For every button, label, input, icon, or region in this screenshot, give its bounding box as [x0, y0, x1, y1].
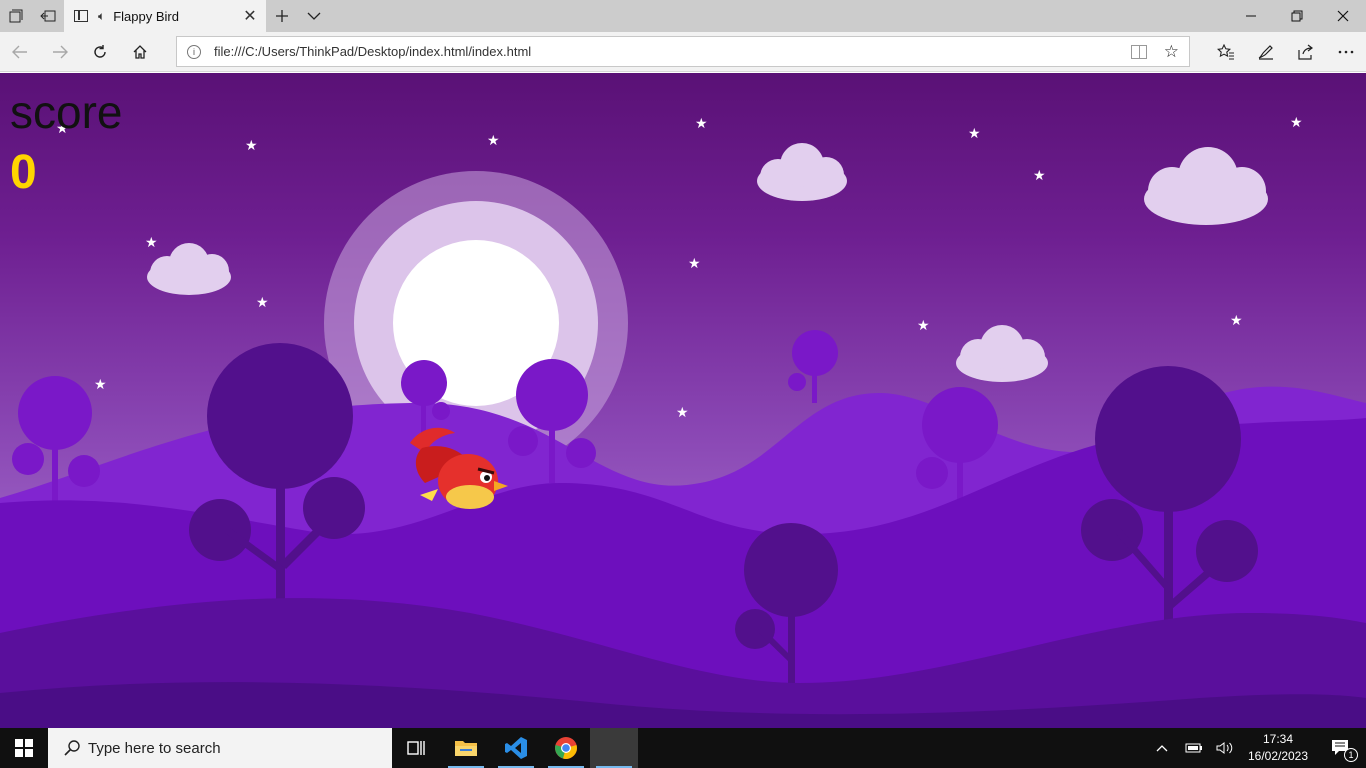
chrome-icon	[555, 737, 577, 759]
svg-text:★: ★	[676, 405, 689, 421]
tab-actions-icon[interactable]	[0, 0, 32, 32]
search-placeholder: Type here to search	[88, 739, 221, 757]
svg-text:★: ★	[1290, 115, 1303, 131]
svg-text:★: ★	[256, 295, 269, 311]
svg-text:★: ★	[1230, 313, 1243, 329]
vscode-icon	[505, 737, 527, 759]
chrome-button[interactable]	[542, 728, 590, 768]
forward-button[interactable]	[44, 36, 76, 68]
close-tab-icon[interactable]: ✕	[238, 6, 262, 26]
audio-playing-icon[interactable]: 🔈︎	[98, 9, 105, 24]
svg-text:★: ★	[688, 256, 701, 272]
task-view-button[interactable]	[392, 728, 440, 768]
set-aside-tabs-icon[interactable]	[32, 0, 64, 32]
pen-icon[interactable]	[1250, 36, 1282, 68]
new-tab-icon[interactable]	[266, 0, 298, 32]
action-center-button[interactable]: 1	[1316, 728, 1366, 768]
refresh-button[interactable]	[84, 36, 116, 68]
tab-flappy-bird[interactable]: 🔈︎ Flappy Bird ✕	[64, 0, 266, 32]
svg-text:★: ★	[245, 138, 258, 154]
notification-count-badge: 1	[1344, 748, 1358, 762]
chevron-down-icon[interactable]	[298, 0, 330, 32]
windows-logo-icon	[15, 739, 33, 757]
address-bar[interactable]: i file:///C:/Users/ThinkPad/Desktop/inde…	[176, 36, 1190, 67]
svg-text:★: ★	[1033, 168, 1046, 184]
page-icon	[74, 10, 88, 22]
clock-time: 17:34	[1262, 732, 1294, 746]
folder-icon	[455, 741, 477, 756]
favorites-icon[interactable]	[1210, 36, 1242, 68]
vscode-button[interactable]	[492, 728, 540, 768]
tab-bar: 🔈︎ Flappy Bird ✕	[0, 0, 1366, 32]
reading-view-icon[interactable]	[1130, 44, 1147, 59]
svg-text:★: ★	[94, 377, 107, 393]
game-background: ★ ★ ★ ★ ★ ★ ★ ★ ★ ★ ★ ★ ★ ★	[0, 115, 1366, 728]
svg-text:★: ★	[695, 116, 708, 132]
clock-date: 16/02/2023	[1247, 749, 1309, 763]
volume-icon[interactable]	[1212, 728, 1238, 768]
close-window-button[interactable]	[1320, 0, 1366, 32]
back-button[interactable]	[4, 36, 36, 68]
edge-button[interactable]	[590, 728, 638, 768]
svg-text:★: ★	[145, 235, 158, 251]
minimize-button[interactable]	[1228, 0, 1274, 32]
home-button[interactable]	[124, 36, 156, 68]
favorite-star-icon[interactable]: ☆	[1164, 42, 1179, 62]
navigation-bar: i file:///C:/Users/ThinkPad/Desktop/inde…	[0, 32, 1366, 72]
task-view-icon	[407, 741, 425, 755]
show-hidden-icons-icon[interactable]	[1150, 728, 1174, 768]
restore-button[interactable]	[1274, 0, 1320, 32]
svg-text:★: ★	[487, 133, 500, 149]
start-button[interactable]	[0, 728, 48, 768]
svg-text:★: ★	[968, 126, 981, 142]
battery-icon[interactable]	[1182, 728, 1206, 768]
file-explorer-button[interactable]	[442, 728, 490, 768]
url-text[interactable]: file:///C:/Users/ThinkPad/Desktop/index.…	[214, 44, 1131, 59]
tab-title: Flappy Bird	[113, 8, 179, 24]
clouds	[147, 143, 1268, 382]
taskbar-search-box[interactable]: Type here to search	[48, 728, 392, 768]
system-clock[interactable]: 17:34 16/02/2023	[1246, 728, 1310, 768]
score-label: score	[10, 86, 123, 138]
game-canvas[interactable]: ★ ★ ★ ★ ★ ★ ★ ★ ★ ★ ★ ★ ★ ★ score 0	[0, 73, 1366, 728]
info-icon[interactable]: i	[187, 44, 201, 59]
score-value: 0	[10, 146, 37, 199]
taskbar: Type here to search 17:34 16/02/2023 1	[0, 728, 1366, 768]
search-icon	[62, 738, 82, 758]
share-icon[interactable]	[1290, 36, 1322, 68]
more-icon[interactable]	[1330, 36, 1362, 68]
svg-text:★: ★	[917, 318, 930, 334]
